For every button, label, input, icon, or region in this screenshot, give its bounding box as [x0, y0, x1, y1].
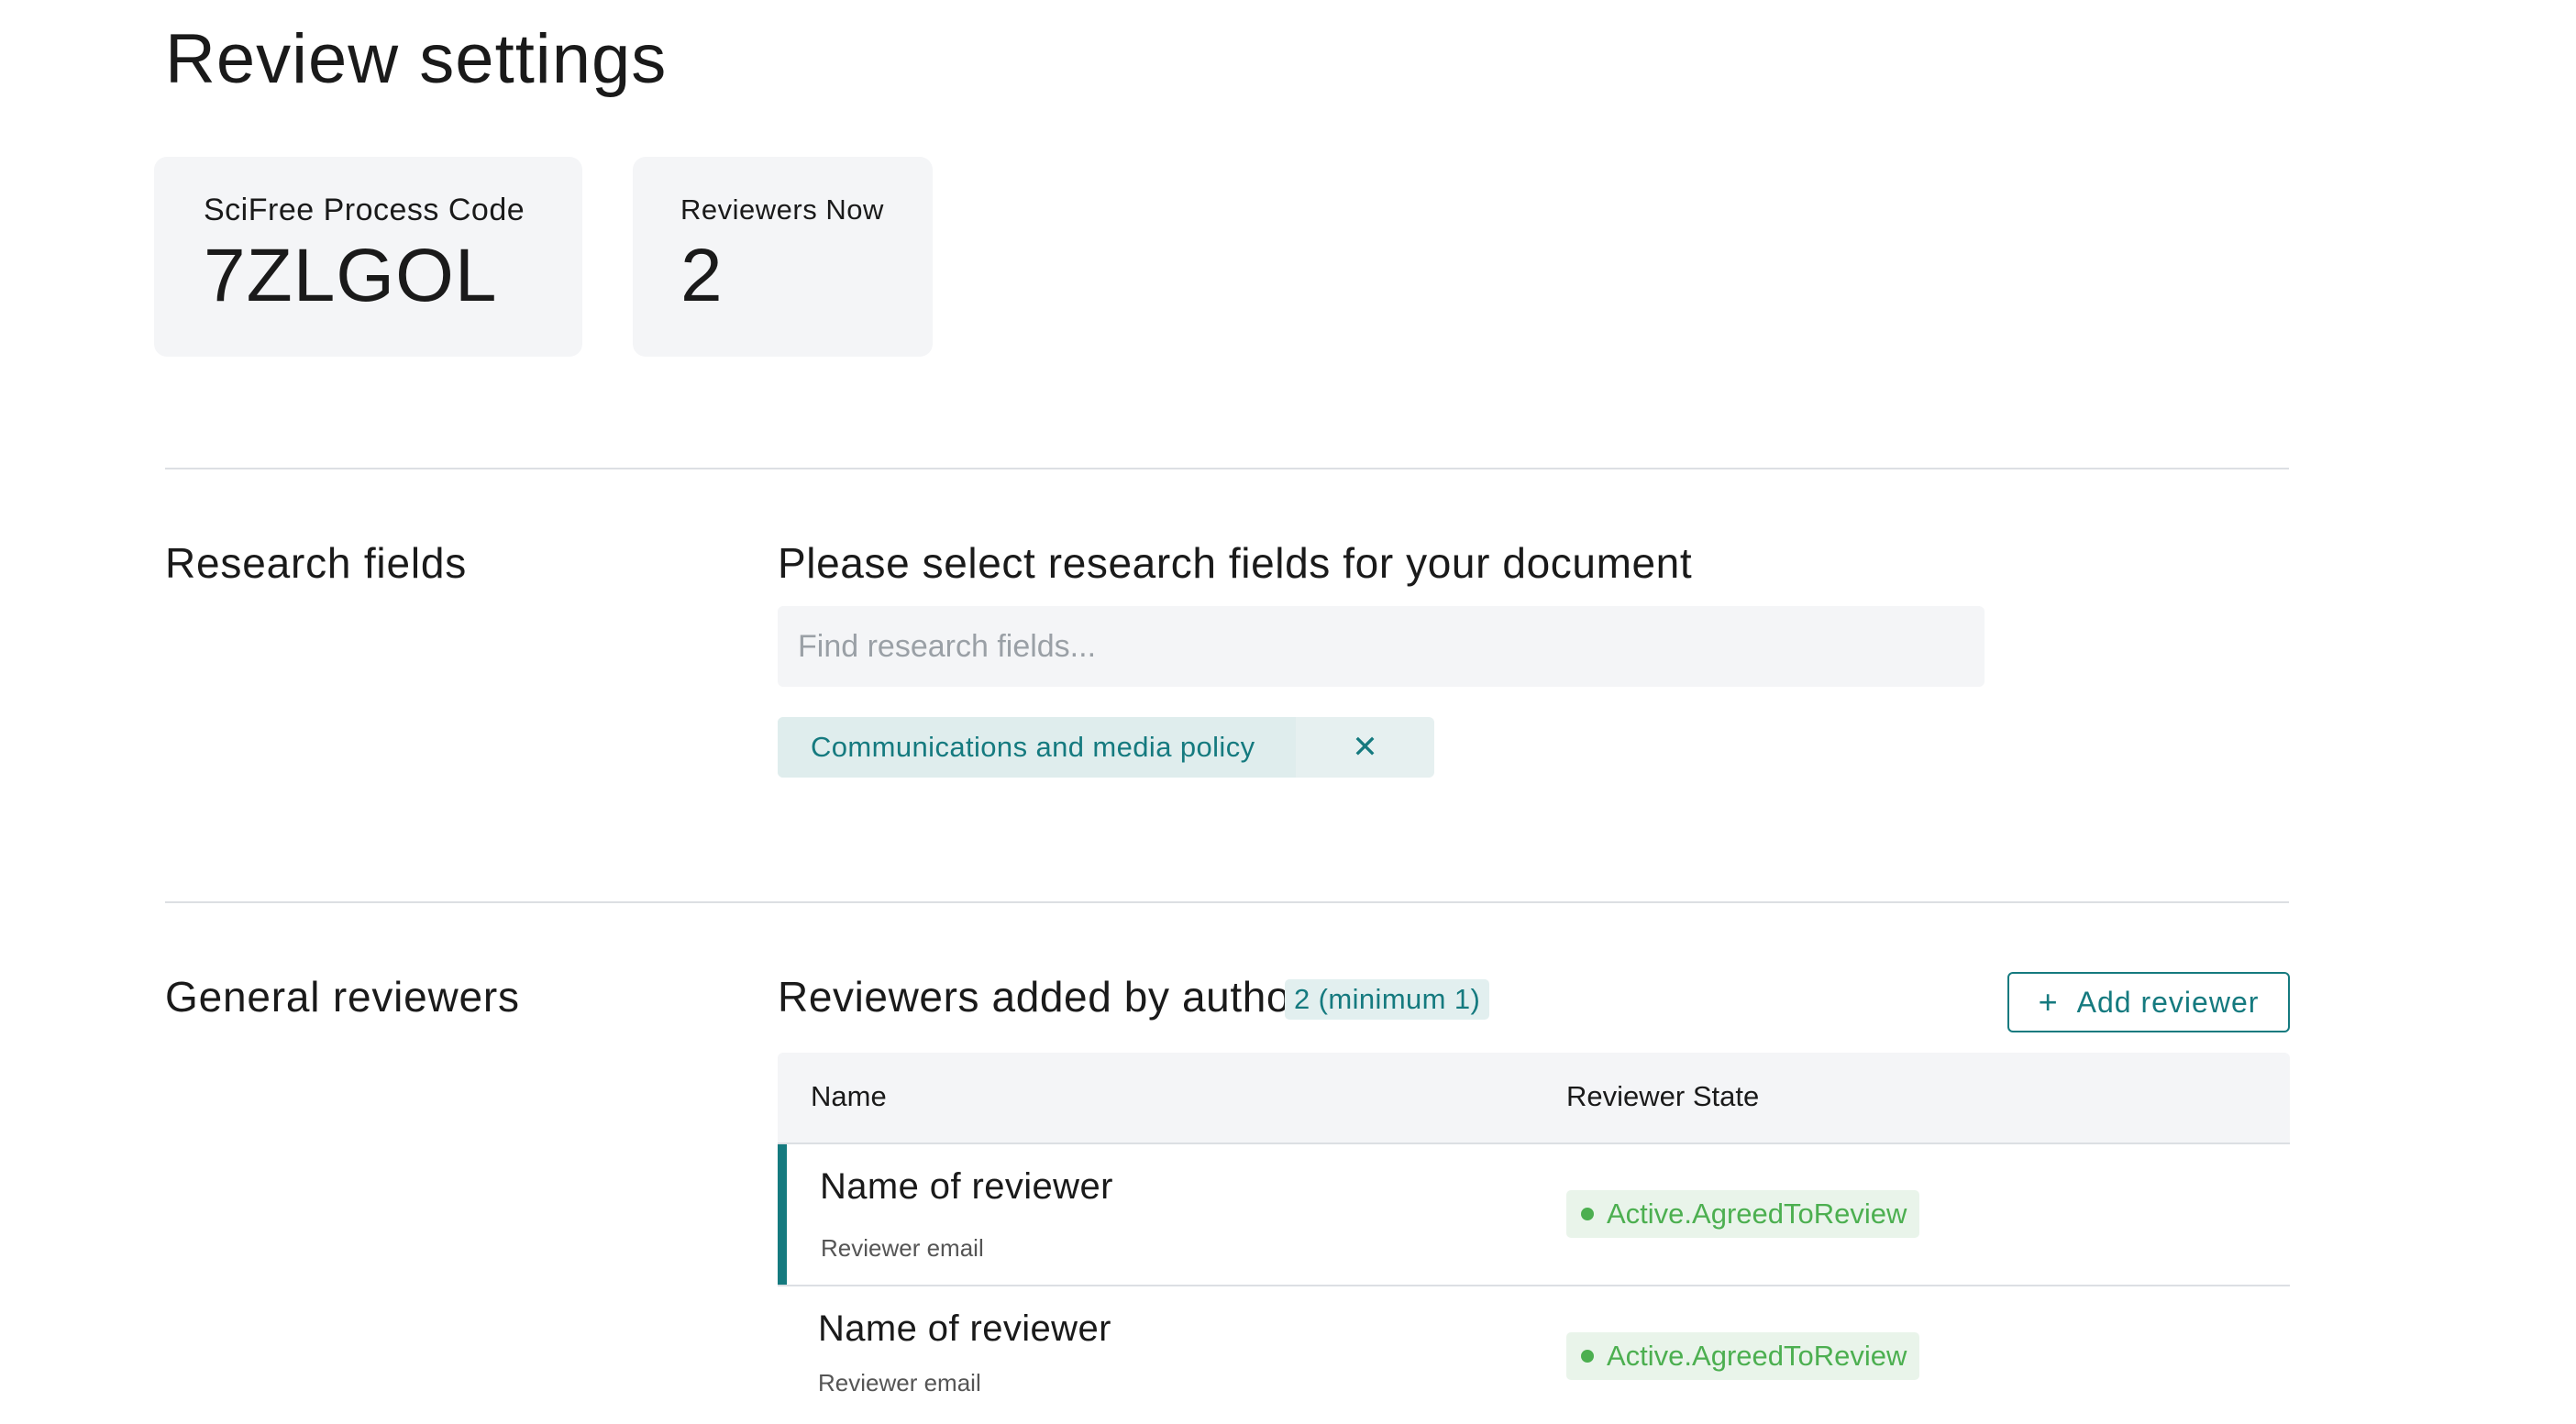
add-reviewer-label: Add reviewer — [2076, 985, 2260, 1019]
status-badge: Active.AgreedToReview — [1566, 1190, 1920, 1238]
status-dot-icon — [1581, 1350, 1594, 1363]
process-code-card: SciFree Process Code 7ZLGOL — [154, 157, 582, 357]
review-settings-page: Review settings SciFree Process Code 7ZL… — [0, 0, 2576, 1424]
research-fields-heading: Please select research fields for your d… — [778, 539, 1693, 587]
research-fields-search-input[interactable] — [778, 606, 1985, 687]
page-title: Review settings — [165, 20, 668, 98]
plus-icon: + — [2038, 983, 2059, 1021]
column-header-state: Reviewer State — [1566, 1080, 1760, 1112]
close-icon[interactable]: ✕ — [1296, 717, 1434, 778]
column-header-name: Name — [811, 1080, 887, 1112]
section-divider — [165, 901, 2289, 903]
process-code-label: SciFree Process Code — [204, 193, 525, 227]
research-field-chip: Communications and media policy ✕ — [778, 717, 1434, 778]
reviewer-email: Reviewer email — [818, 1369, 981, 1396]
section-divider — [165, 468, 2289, 469]
reviewer-count-badge: 2 (minimum 1) — [1285, 979, 1490, 1020]
status-badge: Active.AgreedToReview — [1566, 1332, 1920, 1380]
reviewers-now-label: Reviewers Now — [680, 193, 884, 226]
status-dot-icon — [1581, 1208, 1594, 1220]
reviewer-name: Name of reviewer — [818, 1308, 1111, 1349]
reviewers-table: Name Reviewer State Name of reviewer Rev… — [778, 1053, 2290, 1424]
reviewers-now-card: Reviewers Now 2 — [633, 157, 933, 357]
add-reviewer-button[interactable]: + Add reviewer — [2007, 972, 2290, 1032]
reviewers-heading: Reviewers added by author — [778, 973, 1305, 1021]
table-header: Name Reviewer State — [778, 1053, 2290, 1144]
reviewer-email: Reviewer email — [821, 1234, 984, 1262]
status-badge-label: Active.AgreedToReview — [1607, 1340, 1907, 1372]
research-field-chip-label: Communications and media policy — [778, 717, 1296, 778]
general-reviewers-label: General reviewers — [165, 973, 520, 1021]
reviewer-name: Name of reviewer — [820, 1166, 1113, 1207]
table-row[interactable]: Name of reviewer Reviewer email Active.A… — [778, 1286, 2290, 1424]
process-code-value: 7ZLGOL — [204, 234, 498, 317]
table-row[interactable]: Name of reviewer Reviewer email Active.A… — [778, 1144, 2290, 1286]
reviewers-now-value: 2 — [680, 234, 724, 317]
status-badge-label: Active.AgreedToReview — [1607, 1198, 1907, 1230]
research-fields-label: Research fields — [165, 539, 468, 587]
